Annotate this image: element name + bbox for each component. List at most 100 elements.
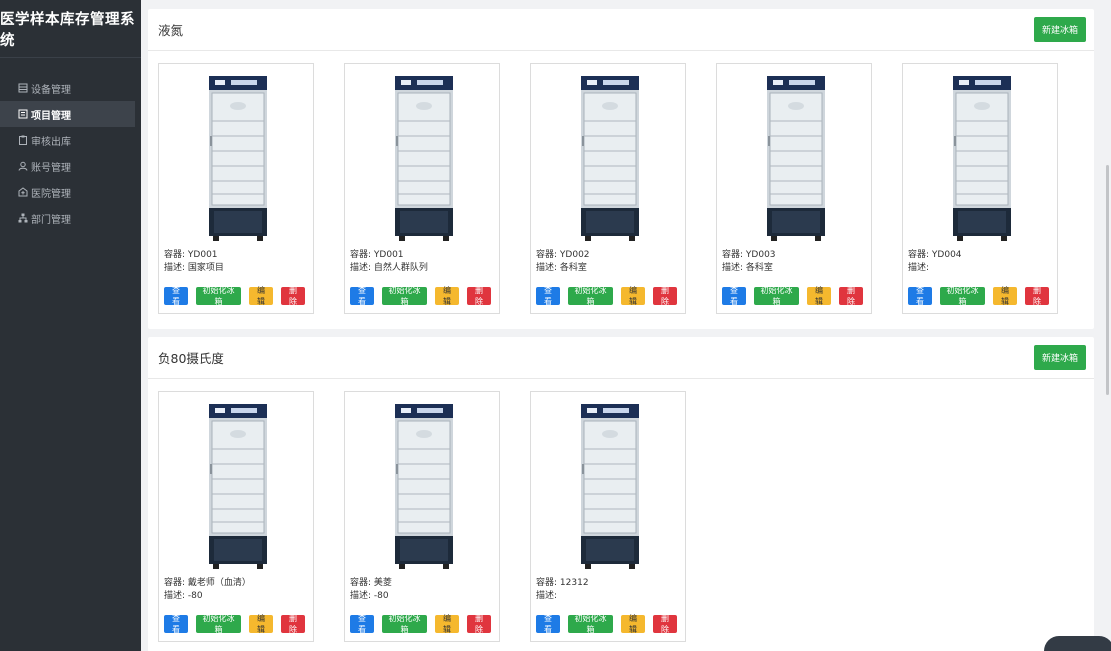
delete-button[interactable]: 删除 (653, 286, 677, 306)
container-line: 容器: YD004 (908, 249, 962, 262)
app-title: 医学样本库存管理系统 (0, 0, 141, 58)
desc-value: 国家项目 (187, 263, 224, 273)
container-label: 容器: (536, 250, 558, 260)
hospital-icon (18, 187, 28, 197)
view-button[interactable]: 查看 (536, 614, 560, 634)
edit-button[interactable]: 编辑 (435, 286, 459, 306)
delete-button[interactable]: 删除 (467, 614, 491, 634)
card-info: 容器: YD002 描述: 各科室 (536, 249, 590, 275)
container-line: 容器: 美菱 (350, 577, 392, 590)
clipboard-icon (18, 135, 28, 145)
delete-button[interactable]: 删除 (653, 614, 677, 634)
view-button[interactable]: 查看 (164, 286, 188, 306)
init-fridge-button[interactable]: 初始化冰箱 (382, 614, 427, 634)
view-button[interactable]: 查看 (722, 286, 746, 306)
init-fridge-button[interactable]: 初始化冰箱 (754, 286, 799, 306)
container-value: 美菱 (373, 578, 392, 588)
edit-button[interactable]: 编辑 (621, 614, 645, 634)
sidebar-item-departments[interactable]: 部门管理 (0, 205, 141, 231)
fridge-card: 容器: YD003 描述: 各科室 查看 初始化冰箱 编辑 删除 (716, 63, 872, 314)
desc-value: -80 (373, 591, 389, 601)
container-label: 容器: (536, 578, 558, 588)
section-header: 液氮 新建冰箱 (148, 9, 1094, 51)
main-content: 液氮 新建冰箱 容器: YD001 描述: 国家项目 查看 初始化冰箱 编辑 删… (148, 9, 1094, 651)
fridge-card: 容器: YD004 描述: 查看 初始化冰箱 编辑 删除 (902, 63, 1058, 314)
desc-line: 描述: -80 (164, 590, 251, 603)
desc-label: 描述: (536, 263, 558, 273)
view-button[interactable]: 查看 (164, 614, 188, 634)
fridge-image (209, 404, 267, 570)
edit-button[interactable]: 编辑 (249, 614, 273, 634)
fridge-card: 容器: 美菱 描述: -80 查看 初始化冰箱 编辑 删除 (344, 391, 500, 642)
container-value: YD001 (187, 250, 218, 260)
container-line: 容器: YD003 (722, 249, 776, 262)
fridge-image (395, 76, 453, 242)
device-icon (18, 83, 28, 93)
delete-button[interactable]: 删除 (281, 614, 305, 634)
floating-widget[interactable] (1044, 636, 1111, 651)
edit-button[interactable]: 编辑 (249, 286, 273, 306)
user-icon (18, 161, 28, 171)
card-actions: 查看 初始化冰箱 编辑 删除 (908, 286, 1057, 306)
sidebar-item-label: 账号管理 (31, 162, 71, 174)
fridge-image (581, 76, 639, 242)
fridge-image (395, 404, 453, 570)
card-actions: 查看 初始化冰箱 编辑 删除 (722, 286, 871, 306)
section-title: 液氮 (158, 23, 184, 38)
scroll-thumb[interactable] (1106, 165, 1109, 395)
sidebar-item-hospitals[interactable]: 医院管理 (0, 179, 141, 205)
container-value: YD003 (745, 250, 776, 260)
card-actions: 查看 初始化冰箱 编辑 删除 (350, 614, 499, 634)
card-info: 容器: 戴老师（血清） 描述: -80 (164, 577, 251, 603)
sidebar-item-devices[interactable]: 设备管理 (0, 75, 141, 101)
container-label: 容器: (908, 250, 930, 260)
view-button[interactable]: 查看 (350, 286, 374, 306)
fridge-card: 容器: YD002 描述: 各科室 查看 初始化冰箱 编辑 删除 (530, 63, 686, 314)
container-line: 容器: 戴老师（血清） (164, 577, 251, 590)
container-label: 容器: (350, 578, 372, 588)
init-fridge-button[interactable]: 初始化冰箱 (568, 614, 613, 634)
fridge-card: 容器: YD001 描述: 自然人群队列 查看 初始化冰箱 编辑 删除 (344, 63, 500, 314)
desc-line: 描述: 各科室 (722, 262, 776, 275)
container-line: 容器: YD001 (350, 249, 428, 262)
edit-button[interactable]: 编辑 (435, 614, 459, 634)
fridge-card: 容器: 戴老师（血清） 描述: -80 查看 初始化冰箱 编辑 删除 (158, 391, 314, 642)
edit-button[interactable]: 编辑 (807, 286, 831, 306)
container-line: 容器: 12312 (536, 577, 589, 590)
project-icon (18, 109, 28, 119)
init-fridge-button[interactable]: 初始化冰箱 (196, 286, 241, 306)
desc-line: 描述: 国家项目 (164, 262, 224, 275)
edit-button[interactable]: 编辑 (621, 286, 645, 306)
desc-line: 描述: -80 (350, 590, 392, 603)
init-fridge-button[interactable]: 初始化冰箱 (196, 614, 241, 634)
delete-button[interactable]: 删除 (467, 286, 491, 306)
delete-button[interactable]: 删除 (839, 286, 863, 306)
sidebar-item-projects[interactable]: 项目管理 (0, 101, 135, 127)
fridge-list: 容器: YD001 描述: 国家项目 查看 初始化冰箱 编辑 删除 容器: YD… (148, 51, 1094, 329)
view-button[interactable]: 查看 (350, 614, 374, 634)
sidebar-item-audit[interactable]: 审核出库 (0, 127, 141, 153)
card-actions: 查看 初始化冰箱 编辑 删除 (350, 286, 499, 306)
section-title: 负80摄氏度 (158, 351, 224, 366)
container-label: 容器: (350, 250, 372, 260)
init-fridge-button[interactable]: 初始化冰箱 (568, 286, 613, 306)
delete-button[interactable]: 删除 (1025, 286, 1049, 306)
container-value: 12312 (559, 578, 589, 588)
init-fridge-button[interactable]: 初始化冰箱 (940, 286, 985, 306)
page-scrollbar[interactable] (1103, 0, 1111, 651)
edit-button[interactable]: 编辑 (993, 286, 1017, 306)
delete-button[interactable]: 删除 (281, 286, 305, 306)
view-button[interactable]: 查看 (908, 286, 932, 306)
section-panel: 负80摄氏度 新建冰箱 容器: 戴老师（血清） 描述: -80 查看 初始化冰箱… (148, 337, 1094, 651)
init-fridge-button[interactable]: 初始化冰箱 (382, 286, 427, 306)
container-value: YD001 (373, 250, 404, 260)
desc-label: 描述: (536, 591, 558, 601)
desc-value: -80 (187, 591, 203, 601)
card-actions: 查看 初始化冰箱 编辑 删除 (164, 614, 313, 634)
card-actions: 查看 初始化冰箱 编辑 删除 (536, 286, 685, 306)
new-fridge-button[interactable]: 新建冰箱 (1033, 17, 1086, 42)
new-fridge-button[interactable]: 新建冰箱 (1033, 345, 1086, 370)
view-button[interactable]: 查看 (536, 286, 560, 306)
fridge-image (581, 404, 639, 570)
sidebar-item-accounts[interactable]: 账号管理 (0, 153, 141, 179)
